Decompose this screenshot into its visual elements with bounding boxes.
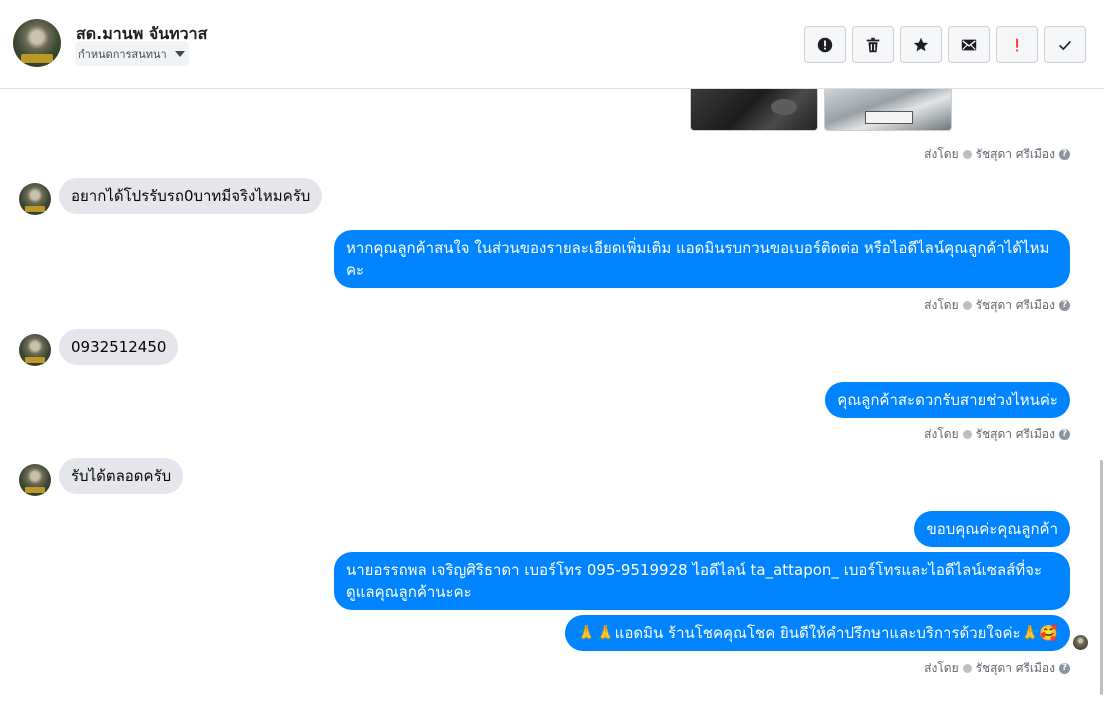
alert-circle-icon: [817, 37, 833, 52]
sender-name[interactable]: รัชสุดา ศรีเมือง: [976, 659, 1055, 678]
admin-avatar-icon: [962, 430, 972, 439]
message-bubble[interactable]: 🙏🙏แอดมิน ร้านโชคคุณโชค ยินดีให้คำปรึกษาแ…: [565, 615, 1070, 651]
help-icon[interactable]: ?: [1059, 149, 1070, 160]
trash-icon: [866, 37, 880, 52]
spam-button[interactable]: [804, 26, 846, 63]
mark-unread-button[interactable]: [948, 26, 990, 63]
delete-button[interactable]: [852, 26, 894, 63]
seen-avatar: [1073, 635, 1088, 650]
attached-photo[interactable]: [690, 89, 818, 131]
message-bubble[interactable]: 0932512450: [59, 329, 179, 365]
sent-by-label: ส่งโดย รัชสุดา ศรีเมือง ?: [924, 425, 1070, 444]
conversation-header: สด.มานพ จันทวาส กำหนดการสนทนา: [0, 0, 1104, 89]
assign-conversation-dropdown[interactable]: กำหนดการสนทนา: [75, 41, 189, 66]
exclamation-icon: [1016, 38, 1019, 51]
sender-name[interactable]: รัชสุดา ศรีเมือง: [976, 425, 1055, 444]
admin-avatar-icon: [962, 150, 972, 159]
contact-avatar[interactable]: [13, 19, 61, 67]
message-bubble[interactable]: อยากได้โปรรับรถ0บาทมีจริงไหมครับ: [59, 178, 323, 214]
help-icon[interactable]: ?: [1059, 663, 1070, 674]
help-icon[interactable]: ?: [1059, 300, 1070, 311]
help-icon[interactable]: ?: [1059, 429, 1070, 440]
message-bubble[interactable]: หากคุณลูกค้าสนใจ ในส่วนของรายละเอียดเพิ่…: [334, 230, 1070, 288]
admin-avatar-icon: [962, 664, 972, 673]
admin-avatar-icon: [962, 301, 972, 310]
assign-label: กำหนดการสนทนา: [78, 47, 167, 61]
sent-by-label: ส่งโดย รัชสุดา ศรีเมือง ?: [924, 145, 1070, 164]
attached-photo[interactable]: [824, 89, 952, 131]
mark-done-button[interactable]: [1044, 26, 1086, 63]
caret-down-icon: [174, 50, 185, 57]
customer-avatar[interactable]: [19, 334, 51, 366]
message-bubble[interactable]: นายอรรถพล เจริญศิริธาดา เบอร์โทร 095-951…: [334, 552, 1070, 610]
sent-by-label: ส่งโดย รัชสุดา ศรีเมือง ?: [924, 296, 1070, 315]
star-icon: [913, 37, 929, 51]
sent-by-label: ส่งโดย รัชสุดา ศรีเมือง ?: [924, 659, 1070, 678]
sender-name[interactable]: รัชสุดา ศรีเมือง: [976, 296, 1055, 315]
message-bubble[interactable]: คุณลูกค้าสะดวกรับสายช่วงไหนค่ะ: [825, 382, 1070, 418]
conversation-actions: [804, 26, 1086, 63]
message-bubble[interactable]: รับได้ตลอดครับ: [59, 458, 184, 494]
follow-up-button[interactable]: [996, 26, 1038, 63]
chat-scrollbar[interactable]: [1100, 460, 1103, 695]
sender-name[interactable]: รัชสุดา ศรีเมือง: [976, 145, 1055, 164]
message-bubble[interactable]: ขอบคุณค่ะคุณลูกค้า: [914, 511, 1070, 547]
customer-avatar[interactable]: [19, 183, 51, 215]
checkmark-icon: [1059, 40, 1071, 50]
envelope-icon: [961, 39, 977, 50]
star-button[interactable]: [900, 26, 942, 63]
customer-avatar[interactable]: [19, 464, 51, 496]
